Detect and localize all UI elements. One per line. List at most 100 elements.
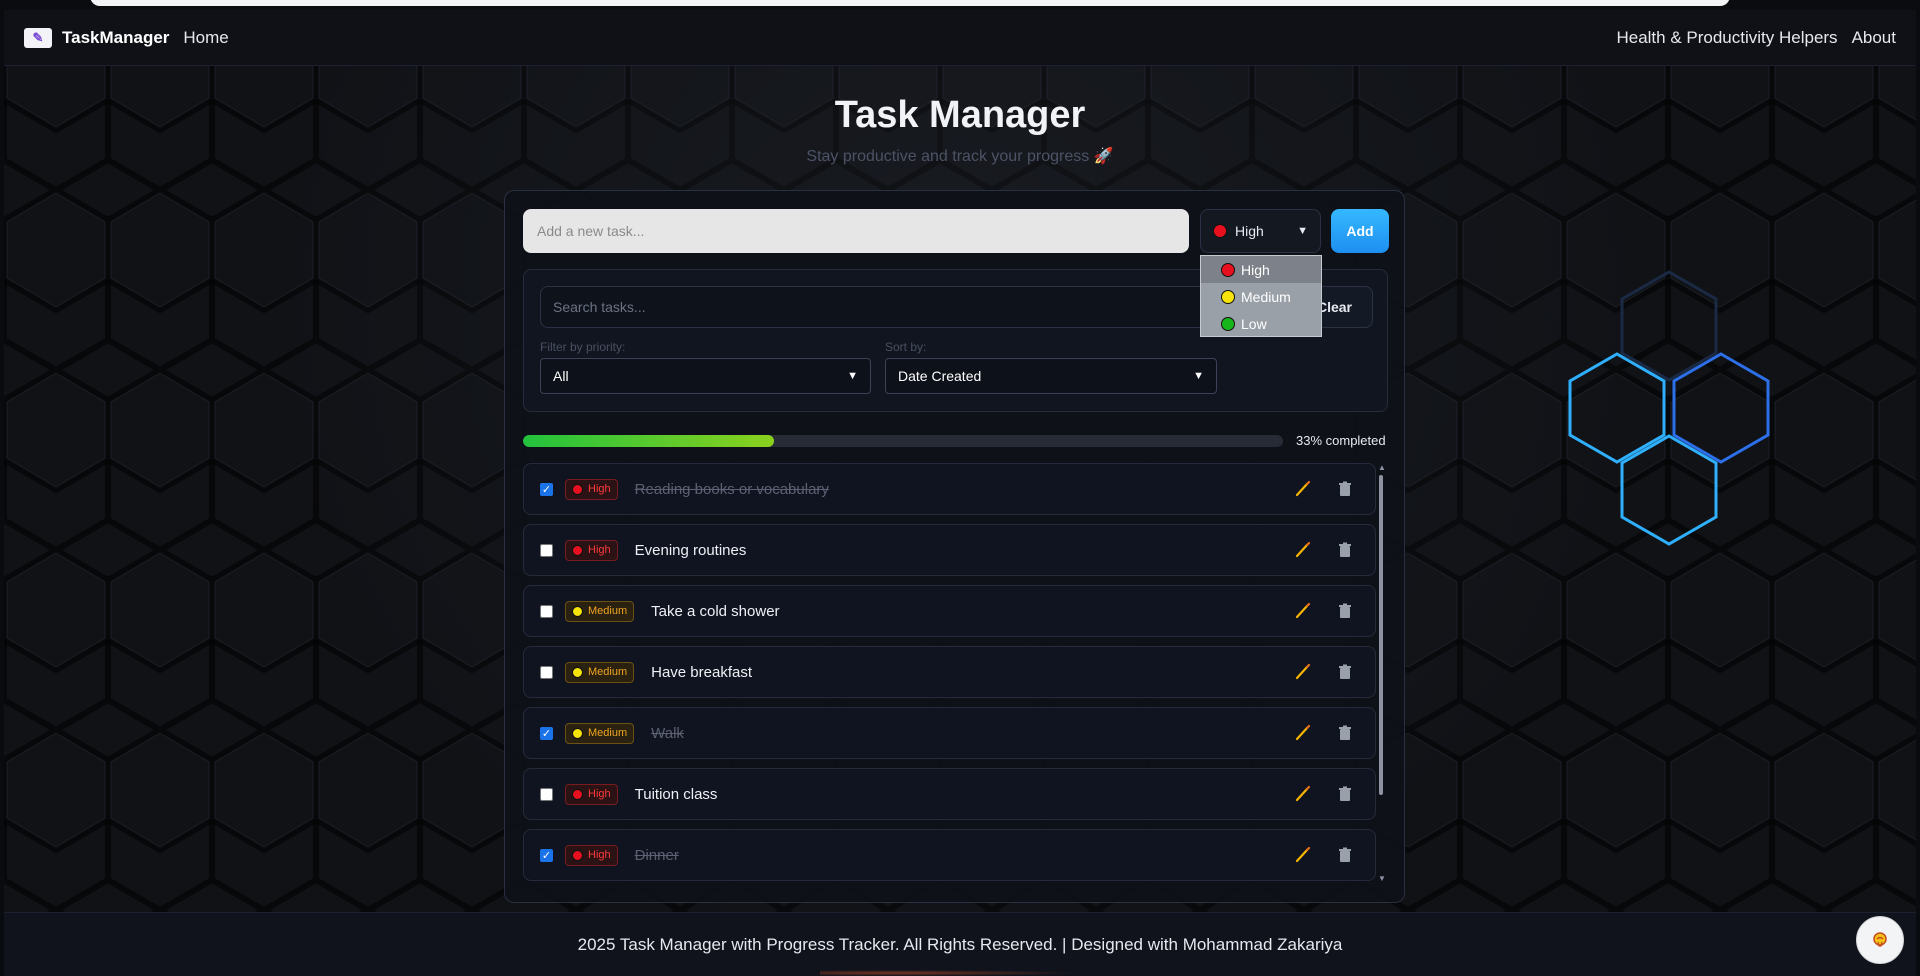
sort-select[interactable]: Date Created ▼ (885, 358, 1217, 394)
scroll-down-icon[interactable]: ▼ (1378, 874, 1386, 883)
progress-bar (523, 435, 1283, 447)
trash-icon[interactable] (1336, 663, 1354, 681)
help-button[interactable] (1856, 916, 1904, 964)
priority-badge-label: Medium (588, 727, 628, 739)
scroll-up-icon[interactable]: ▲ (1378, 463, 1386, 472)
chevron-down-icon: ▼ (1297, 225, 1308, 237)
priority-badge-label: High (588, 849, 611, 861)
page-subtitle: Stay productive and track your progress … (806, 148, 1114, 165)
priority-badge-label: High (588, 483, 611, 495)
task-text: Have breakfast (651, 663, 753, 681)
red-dot-icon (572, 849, 583, 861)
task-checkbox[interactable]: ✓ (540, 726, 553, 740)
priority-badge: High (565, 844, 618, 866)
pencil-icon[interactable] (1294, 846, 1312, 864)
yellow-dot-icon (572, 727, 583, 739)
yellow-dot-icon (572, 605, 583, 617)
yellow-dot-icon (1221, 289, 1235, 304)
priority-option-high[interactable]: High (1201, 256, 1321, 283)
option-label: Medium (1241, 288, 1291, 305)
scrollbar-thumb[interactable] (1379, 475, 1383, 795)
priority-badge-label: High (588, 544, 611, 556)
trash-icon[interactable] (1336, 846, 1354, 864)
trash-icon[interactable] (1336, 724, 1354, 742)
pencil-icon[interactable] (1294, 663, 1312, 681)
task-checkbox[interactable]: ✓ (540, 848, 553, 862)
filter-priority-label: Filter by priority: (540, 340, 626, 354)
pencil-icon[interactable] (1294, 602, 1312, 620)
green-dot-icon (1221, 316, 1235, 331)
red-dot-icon (572, 788, 583, 800)
red-dot-icon (1221, 262, 1235, 277)
sort-label: Sort by: (885, 340, 927, 354)
add-task-button[interactable]: Add (1331, 209, 1389, 253)
priority-dropdown: High Medium Low (1200, 255, 1322, 337)
priority-option-low[interactable]: Low (1201, 310, 1321, 337)
priority-option-medium[interactable]: Medium (1201, 283, 1321, 310)
task-row: Medium Take a cold shower (523, 585, 1376, 637)
nav-home-link[interactable]: Home (183, 28, 228, 48)
priority-badge-label: High (588, 788, 611, 800)
task-text: Walk (651, 724, 684, 742)
navbar: ✎ TaskManager Home Health & Productivity… (4, 10, 1916, 66)
option-label: High (1241, 261, 1270, 278)
task-row: ✓ High Dinner (523, 829, 1376, 881)
priority-badge: Medium (565, 600, 635, 622)
task-card: High ▼ Add High Medium Low Clear Filter … (504, 190, 1405, 903)
task-text: Dinner (634, 846, 679, 864)
trash-icon[interactable] (1336, 480, 1354, 498)
red-dot-icon (1213, 224, 1227, 238)
priority-select[interactable]: High ▼ (1200, 209, 1321, 253)
brand[interactable]: ✎ TaskManager Home (24, 27, 229, 48)
nav-links: Health & Productivity Helpers About (1616, 28, 1896, 48)
yellow-dot-icon (572, 666, 583, 678)
red-dot-icon (572, 544, 583, 556)
new-task-input[interactable] (523, 209, 1189, 253)
progress-fill (523, 435, 774, 447)
sort-value: Date Created (898, 368, 982, 384)
task-row: Medium Have breakfast (523, 646, 1376, 698)
nav-link-about[interactable]: About (1852, 28, 1896, 48)
trash-icon[interactable] (1336, 785, 1354, 803)
brand-name: TaskManager (62, 27, 170, 47)
priority-badge: High (565, 783, 618, 805)
trash-icon[interactable] (1336, 602, 1354, 620)
pencil-icon[interactable] (1294, 785, 1312, 803)
footer-text: 2025 Task Manager with Progress Tracker.… (577, 934, 1343, 954)
task-row: ✓ Medium Walk (523, 707, 1376, 759)
filter-priority-select[interactable]: All ▼ (540, 358, 871, 394)
task-text: Tuition class (634, 785, 718, 803)
task-list-scrollbar[interactable]: ▲ ▼ (1376, 463, 1386, 883)
task-checkbox[interactable] (540, 665, 553, 679)
task-checkbox[interactable] (540, 604, 553, 618)
brain-icon (1873, 932, 1887, 947)
task-text: Reading books or vocabulary (634, 480, 829, 498)
footer: 2025 Task Manager with Progress Tracker.… (4, 912, 1916, 976)
progress-text: 33% completed (1296, 433, 1386, 448)
nav-link-health-helpers[interactable]: Health & Productivity Helpers (1616, 28, 1837, 48)
priority-badge: Medium (565, 661, 635, 683)
filter-priority-value: All (553, 368, 569, 384)
trash-icon[interactable] (1336, 541, 1354, 559)
task-list: ✓ High Reading books or vocabulary High Even… (523, 463, 1383, 883)
pencil-icon[interactable] (1294, 724, 1312, 742)
option-label: Low (1241, 315, 1267, 332)
task-checkbox[interactable] (540, 543, 553, 557)
task-checkbox[interactable] (540, 787, 553, 801)
priority-select-value: High (1235, 223, 1264, 239)
chevron-down-icon: ▼ (1193, 370, 1204, 382)
address-bar[interactable] (90, 0, 1730, 6)
red-dot-icon (572, 483, 583, 495)
task-row: High Tuition class (523, 768, 1376, 820)
task-row: High Evening routines (523, 524, 1376, 576)
priority-badge-label: Medium (588, 605, 628, 617)
page: ✎ TaskManager Home Health & Productivity… (4, 10, 1916, 976)
notepad-pen-icon: ✎ (24, 27, 52, 48)
task-text: Evening routines (634, 541, 747, 559)
task-checkbox[interactable]: ✓ (540, 482, 553, 496)
pencil-icon[interactable] (1294, 541, 1312, 559)
priority-badge: High (565, 478, 618, 500)
priority-badge-label: Medium (588, 666, 628, 678)
browser-strip (0, 0, 1920, 10)
pencil-icon[interactable] (1294, 480, 1312, 498)
